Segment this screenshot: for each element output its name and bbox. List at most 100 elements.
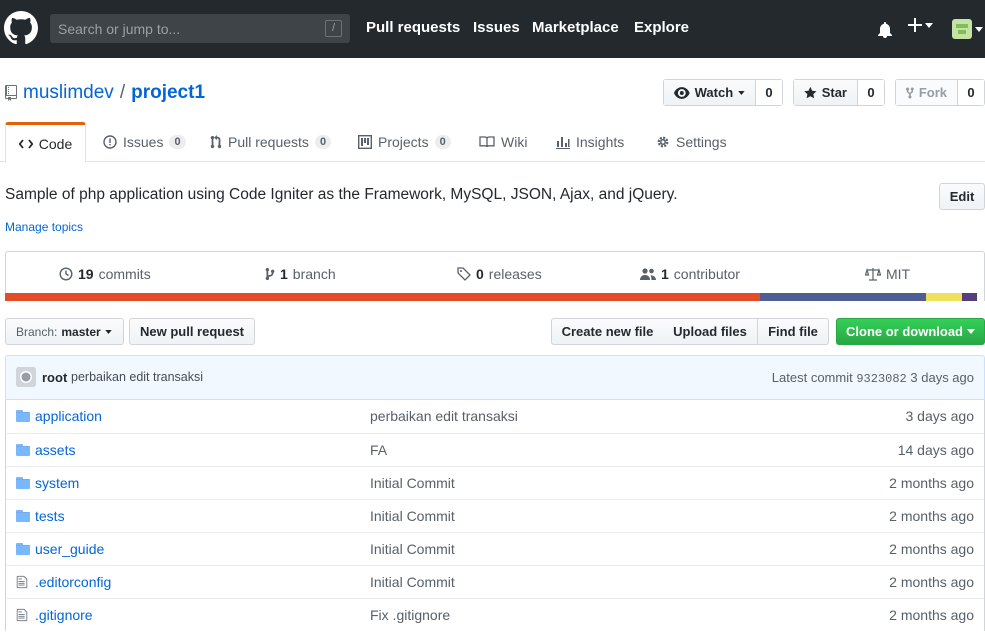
star-action: Star 0 [793,79,885,106]
file-age: 2 months ago [889,607,974,623]
branch-summary[interactable]: 1 branch [265,266,336,282]
avatar-icon [952,19,972,39]
tab-issues[interactable]: Issues 0 [103,122,186,162]
file-name-link[interactable]: tests [35,508,65,524]
commit-age: 3 days ago [910,370,974,385]
watch-button[interactable]: Watch [664,80,755,105]
plus-icon [908,18,922,32]
new-pull-request-button[interactable]: New pull request [129,318,255,345]
eye-icon [674,86,690,99]
github-logo-icon[interactable] [4,11,38,45]
file-name-link[interactable]: assets [35,442,75,458]
file-commit-message[interactable]: Fix .gitignore [370,607,450,623]
file-age: 2 months ago [889,475,974,491]
folder-icon [16,509,30,525]
tab-wiki[interactable]: Wiki [479,122,527,162]
history-icon [59,267,73,281]
nav-issues[interactable]: Issues [473,19,520,36]
upload-files-button[interactable]: Upload files [663,318,758,345]
file-row[interactable]: .editorconfig Initial Commit 2 months ago [6,565,984,598]
tab-projects-label: Projects [378,134,429,150]
code-icon [18,138,33,149]
fork-button[interactable]: Fork [896,80,957,105]
find-file-button[interactable]: Find file [757,318,829,345]
commit-message[interactable]: perbaikan edit transaksi [71,370,203,384]
file-name-link[interactable]: application [35,408,102,424]
branch-select-button[interactable]: Branch: master [5,318,124,345]
edit-description-button[interactable]: Edit [939,183,985,210]
tab-code[interactable]: Code [5,122,86,163]
file-commit-message[interactable]: perbaikan edit transaksi [370,408,518,424]
star-count[interactable]: 0 [857,80,884,105]
contributors-summary[interactable]: 1 contributor [640,266,740,282]
chevron-down-icon [967,329,975,334]
create-new-file-button[interactable]: Create new file [551,318,664,345]
repo-name-link[interactable]: project1 [131,82,205,104]
repo-nav-tabs: Code Issues 0 Pull requests 0 Projects 0… [0,122,985,163]
commit-author[interactable]: root [42,370,67,385]
folder-icon [16,542,30,558]
file-row[interactable]: application perbaikan edit transaksi 3 day… [6,400,984,433]
tab-pull-requests[interactable]: Pull requests 0 [210,122,332,162]
language-segment[interactable] [759,293,927,301]
search-box: / [50,14,350,43]
file-row[interactable]: assets FA 14 days ago [6,433,984,466]
repo-owner-link[interactable]: muslimdev [23,82,114,104]
language-segment[interactable] [5,293,760,301]
file-commit-message[interactable]: FA [370,442,387,458]
tag-icon [457,267,471,281]
tab-settings-label: Settings [676,134,727,150]
file-row[interactable]: user_guide Initial Commit 2 months ago [6,532,984,565]
gear-icon [657,136,669,148]
file-age: 2 months ago [889,508,974,524]
file-icon [16,575,28,592]
clone-download-button[interactable]: Clone or download [836,318,985,345]
file-name-link[interactable]: .editorconfig [35,574,111,590]
star-button[interactable]: Star [794,80,857,105]
file-commit-message[interactable]: Initial Commit [370,508,455,524]
repo-separator: / [119,82,126,103]
repo-icon [5,85,17,101]
language-segment[interactable] [962,293,978,301]
author-avatar[interactable] [16,367,36,387]
language-segment[interactable] [926,293,963,301]
nav-explore[interactable]: Explore [634,19,689,36]
tab-pull-requests-label: Pull requests [228,134,309,150]
tab-settings[interactable]: Settings [656,122,727,162]
file-commit-message[interactable]: Initial Commit [370,475,455,491]
user-menu[interactable] [952,19,983,39]
search-input[interactable] [50,20,310,37]
watch-action: Watch 0 [663,79,783,106]
repo-title: muslimdev / project1 [5,82,205,104]
nav-pull-requests[interactable]: Pull requests [366,19,460,36]
file-row[interactable]: system Initial Commit 2 months ago [6,466,984,499]
latest-commit-info: Latest commit 9323082 3 days ago [772,370,974,386]
fork-icon [906,87,914,98]
file-name-link[interactable]: system [35,475,79,491]
fork-count[interactable]: 0 [957,80,984,105]
releases-summary[interactable]: 0 releases [457,266,542,282]
tab-wiki-label: Wiki [501,134,528,150]
watch-count[interactable]: 0 [755,80,782,105]
license-summary[interactable]: MIT [865,266,910,282]
tab-projects[interactable]: Projects 0 [358,122,451,162]
file-age: 3 days ago [905,408,975,424]
file-name-link[interactable]: user_guide [35,541,104,557]
tab-insights[interactable]: Insights [556,122,624,162]
projects-counter: 0 [434,135,451,149]
file-commit-message[interactable]: Initial Commit [370,574,455,590]
people-icon [640,268,656,280]
repo-description: Sample of php application using Code Ign… [5,186,678,203]
commits-summary[interactable]: 19 commits [59,266,151,282]
contributor-count: 1 [661,266,669,282]
bell-icon[interactable] [877,22,893,38]
create-new-menu[interactable] [908,18,933,32]
file-row[interactable]: tests Initial Commit 2 months ago [6,499,984,532]
manage-topics-link[interactable]: Manage topics [5,220,83,234]
commit-sha[interactable]: 9323082 [856,372,906,386]
file-row[interactable]: .gitignore Fix .gitignore 2 months ago [6,598,984,631]
nav-marketplace[interactable]: Marketplace [532,19,619,36]
file-commit-message[interactable]: Initial Commit [370,541,455,557]
file-name-link[interactable]: .gitignore [35,607,93,623]
language-bar[interactable] [5,293,985,301]
